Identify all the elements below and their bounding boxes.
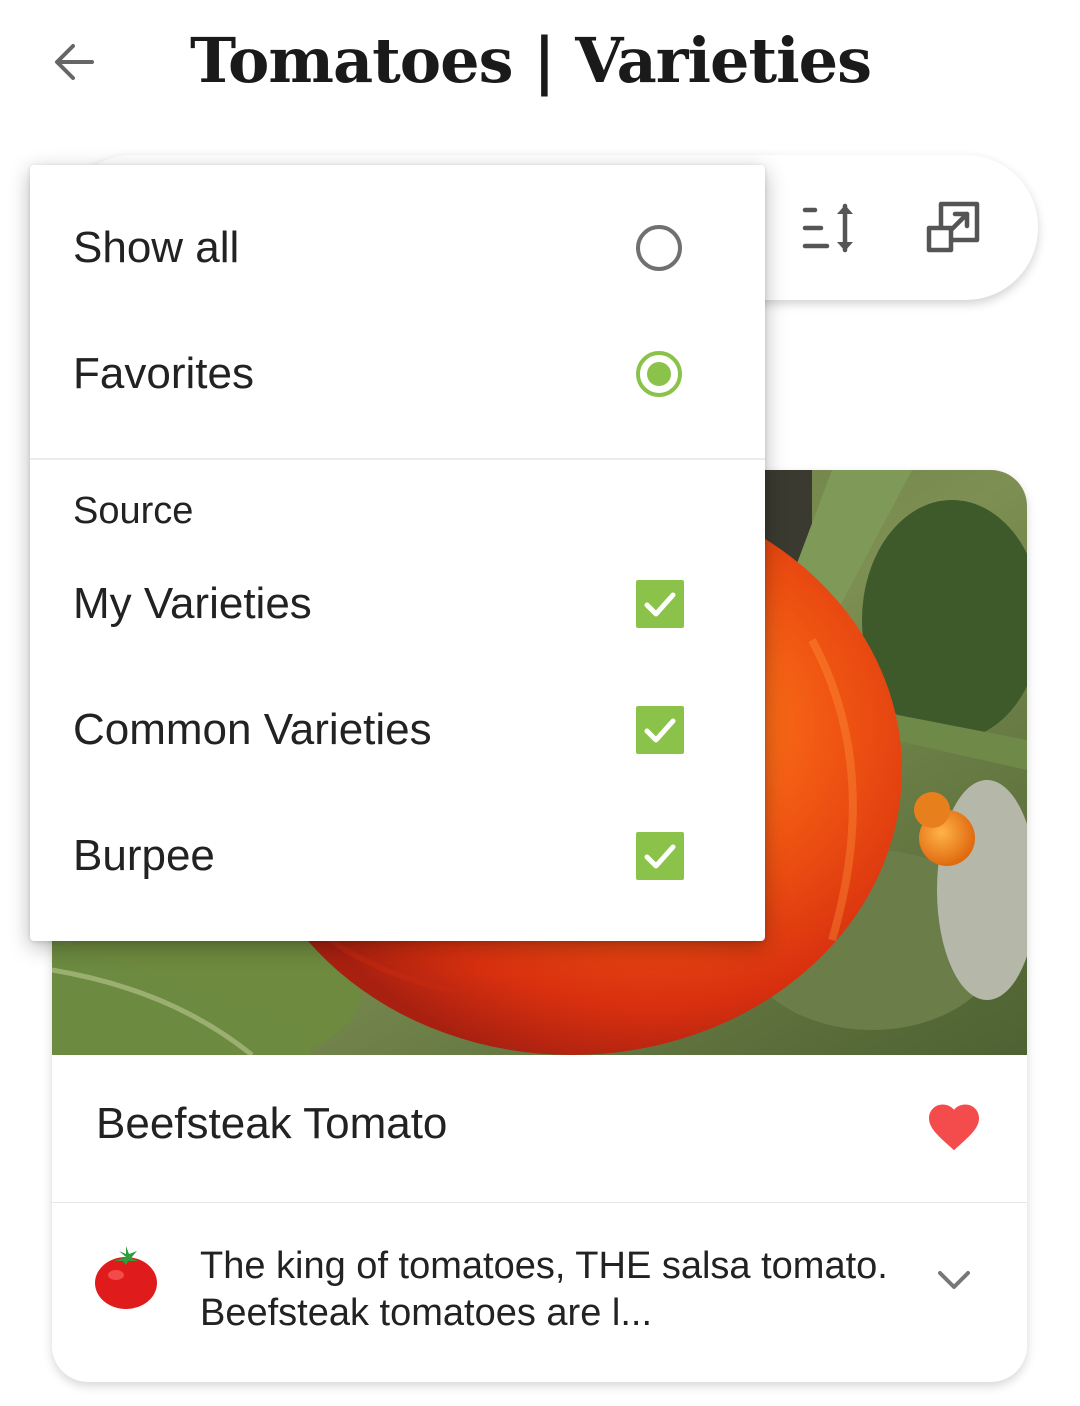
menu-item-common-varieties[interactable]: Common Varieties [30,667,765,793]
menu-item-label: Show all [73,223,240,272]
screen: Tomatoes | Varieties Beefsteak Tomato Th… [0,0,1080,1406]
menu-item-label: Burpee [73,831,215,880]
chevron-down-icon [938,1271,970,1289]
card-title-row: Beefsteak Tomato [52,1055,1027,1203]
radio-selected-icon[interactable] [635,350,683,398]
heart-icon [929,1104,979,1151]
menu-item-show-all[interactable]: Show all [30,185,765,311]
favorite-button[interactable] [924,1097,984,1157]
sort-button[interactable] [794,193,864,263]
menu-item-favorites[interactable]: Favorites [30,311,765,437]
variety-name: Beefsteak Tomato [96,1099,448,1148]
checkbox-checked-icon[interactable] [636,580,684,628]
menu-item-label: Favorites [73,349,254,398]
menu-item-my-varieties[interactable]: My Varieties [30,541,765,667]
arrow-left-icon [55,44,94,80]
page-title: Tomatoes | Varieties [190,24,872,97]
menu-divider [30,458,765,460]
expand-description-button[interactable] [932,1258,976,1302]
checkbox-checked-icon[interactable] [636,706,684,754]
menu-section-heading: Source [73,490,194,532]
sort-icon [802,203,853,253]
menu-item-burpee[interactable]: Burpee [30,793,765,919]
tomato-icon [95,1246,157,1309]
back-button[interactable] [40,28,108,96]
menu-item-label: My Varieties [73,579,312,628]
app-header: Tomatoes | Varieties [0,0,1080,130]
menu-item-label: Common Varieties [73,705,432,754]
filter-menu: Show all Favorites Source My Varieties C… [30,165,765,941]
radio-unselected-icon[interactable] [635,224,683,272]
card-description-row[interactable]: The king of tomatoes, THE salsa tomato. … [52,1203,1027,1382]
open-in-new-icon [926,201,980,253]
variety-description: The king of tomatoes, THE salsa tomato. … [200,1245,888,1334]
open-external-button[interactable] [918,193,988,263]
checkbox-checked-icon[interactable] [636,832,684,880]
